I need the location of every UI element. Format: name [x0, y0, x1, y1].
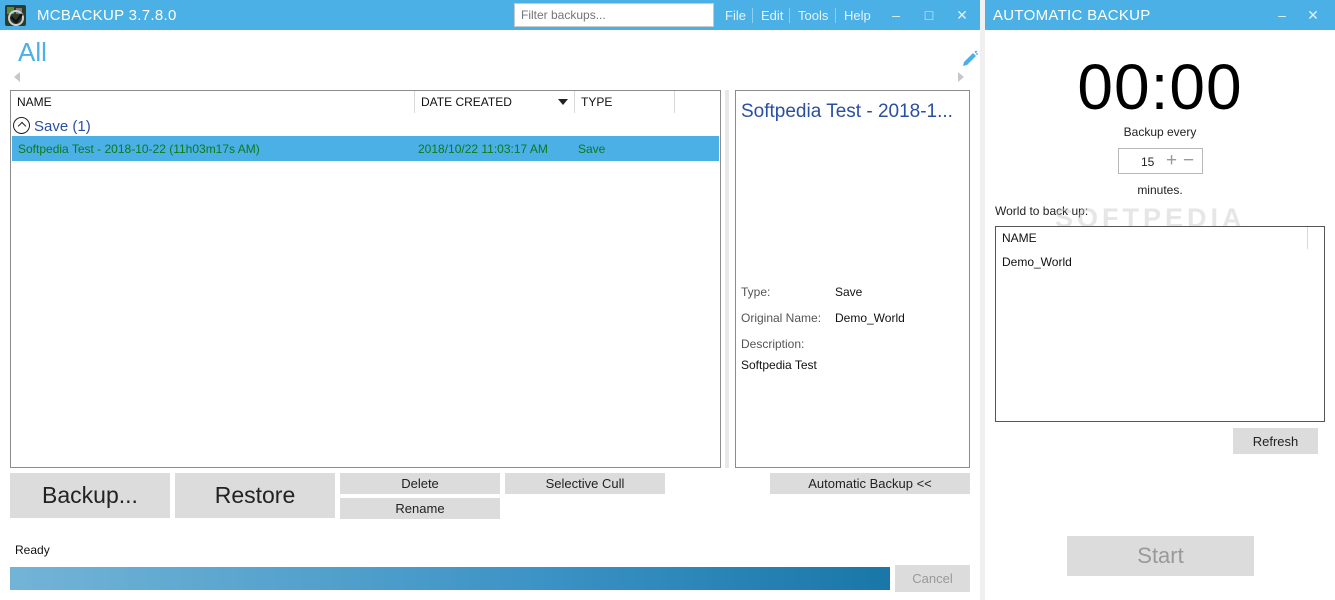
menu-edit[interactable]: Edit: [761, 8, 783, 23]
minimize-button[interactable]: ‒: [886, 5, 906, 25]
backup-every-label: Backup every: [1123, 125, 1197, 139]
countdown-timer: 00:00: [1077, 51, 1243, 123]
cancel-button[interactable]: Cancel: [895, 565, 970, 592]
backup-button[interactable]: Backup...: [10, 473, 170, 518]
interval-value: 15: [1141, 155, 1155, 169]
detail-title: Softpedia Test - 2018-1...: [741, 101, 953, 122]
restore-button[interactable]: Restore: [175, 473, 335, 518]
menu-tools[interactable]: Tools: [798, 8, 828, 23]
scroll-right-arrow-icon[interactable]: [958, 72, 964, 82]
world-name: Demo_World: [1002, 255, 1072, 269]
group-header-save[interactable]: Save (1): [13, 117, 91, 135]
detail-original-name-value: Demo_World: [835, 311, 905, 325]
app-title: MCBACKUP 3.7.8.0: [37, 7, 177, 24]
selective-cull-button[interactable]: Selective Cull: [505, 473, 665, 494]
scroll-left-arrow-icon[interactable]: [14, 72, 20, 82]
start-button[interactable]: Start: [1067, 536, 1254, 576]
mcbackup-logo-icon: [3, 3, 28, 28]
row-date: 2018/10/22 11:03:17 AM: [418, 142, 548, 156]
menu-file[interactable]: File: [725, 8, 746, 23]
table-row[interactable]: Softpedia Test - 2018-10-22 (11h03m17s A…: [12, 136, 719, 161]
status-text: Ready: [15, 543, 50, 557]
pane-splitter[interactable]: [725, 90, 729, 468]
maximize-button[interactable]: □: [919, 5, 939, 25]
side-title: AUTOMATIC BACKUP: [993, 7, 1151, 24]
side-title-bar[interactable]: AUTOMATIC BACKUP ‒ ✕: [985, 0, 1335, 30]
list-item[interactable]: Demo_World: [996, 249, 1324, 271]
column-header-name[interactable]: NAME: [11, 91, 415, 113]
backup-details-panel: Softpedia Test - 2018-1... Type: Save Or…: [735, 90, 970, 468]
detail-description-value: Softpedia Test: [741, 358, 817, 372]
detail-original-name-label: Original Name:: [741, 311, 822, 325]
world-column-header-name[interactable]: NAME: [996, 227, 1308, 249]
row-type: Save: [578, 142, 606, 156]
menu-help[interactable]: Help: [844, 8, 871, 23]
side-minimize-button[interactable]: ‒: [1272, 5, 1292, 25]
edit-pen-icon[interactable]: [960, 50, 980, 70]
menu-separator: [752, 8, 753, 23]
detail-type-value: Save: [835, 285, 863, 299]
detail-description-label: Description:: [741, 337, 805, 351]
column-header-type[interactable]: TYPE: [575, 91, 675, 113]
delete-button[interactable]: Delete: [340, 473, 500, 494]
refresh-button[interactable]: Refresh: [1233, 428, 1318, 454]
plus-icon[interactable]: +: [1166, 151, 1177, 171]
minus-icon[interactable]: −: [1183, 151, 1194, 171]
main-window: MCBACKUP 3.7.8.0 File Edit Tools Help ‒ …: [0, 0, 980, 600]
menu-separator: [789, 8, 790, 23]
page-title: All: [18, 37, 47, 67]
sort-descending-icon: [558, 99, 568, 105]
filter-backups-input[interactable]: [514, 3, 714, 27]
menu-separator: [835, 8, 836, 23]
automatic-backup-toggle-button[interactable]: Automatic Backup <<: [770, 473, 970, 494]
detail-type-label: Type:: [741, 285, 771, 299]
group-label: Save (1): [34, 118, 91, 135]
row-name: Softpedia Test - 2018-10-22 (11h03m17s A…: [18, 142, 260, 156]
progress-bar: [10, 567, 890, 590]
column-header-date-created[interactable]: DATE CREATED: [415, 91, 575, 113]
backups-list[interactable]: NAME DATE CREATED TYPE Save (1) Softpedi…: [10, 90, 721, 468]
collapse-chevron-icon[interactable]: [13, 117, 30, 134]
automatic-backup-window: AUTOMATIC BACKUP ‒ ✕ 00:00 Backup every …: [985, 0, 1335, 600]
rename-button[interactable]: Rename: [340, 498, 500, 519]
close-button[interactable]: ✕: [952, 5, 972, 25]
world-list[interactable]: NAME Demo_World: [995, 226, 1325, 422]
title-bar[interactable]: MCBACKUP 3.7.8.0 File Edit Tools Help ‒ …: [0, 0, 980, 30]
side-close-button[interactable]: ✕: [1303, 5, 1323, 25]
interval-stepper[interactable]: 15 + −: [1118, 148, 1203, 174]
minutes-label: minutes.: [1137, 183, 1183, 197]
